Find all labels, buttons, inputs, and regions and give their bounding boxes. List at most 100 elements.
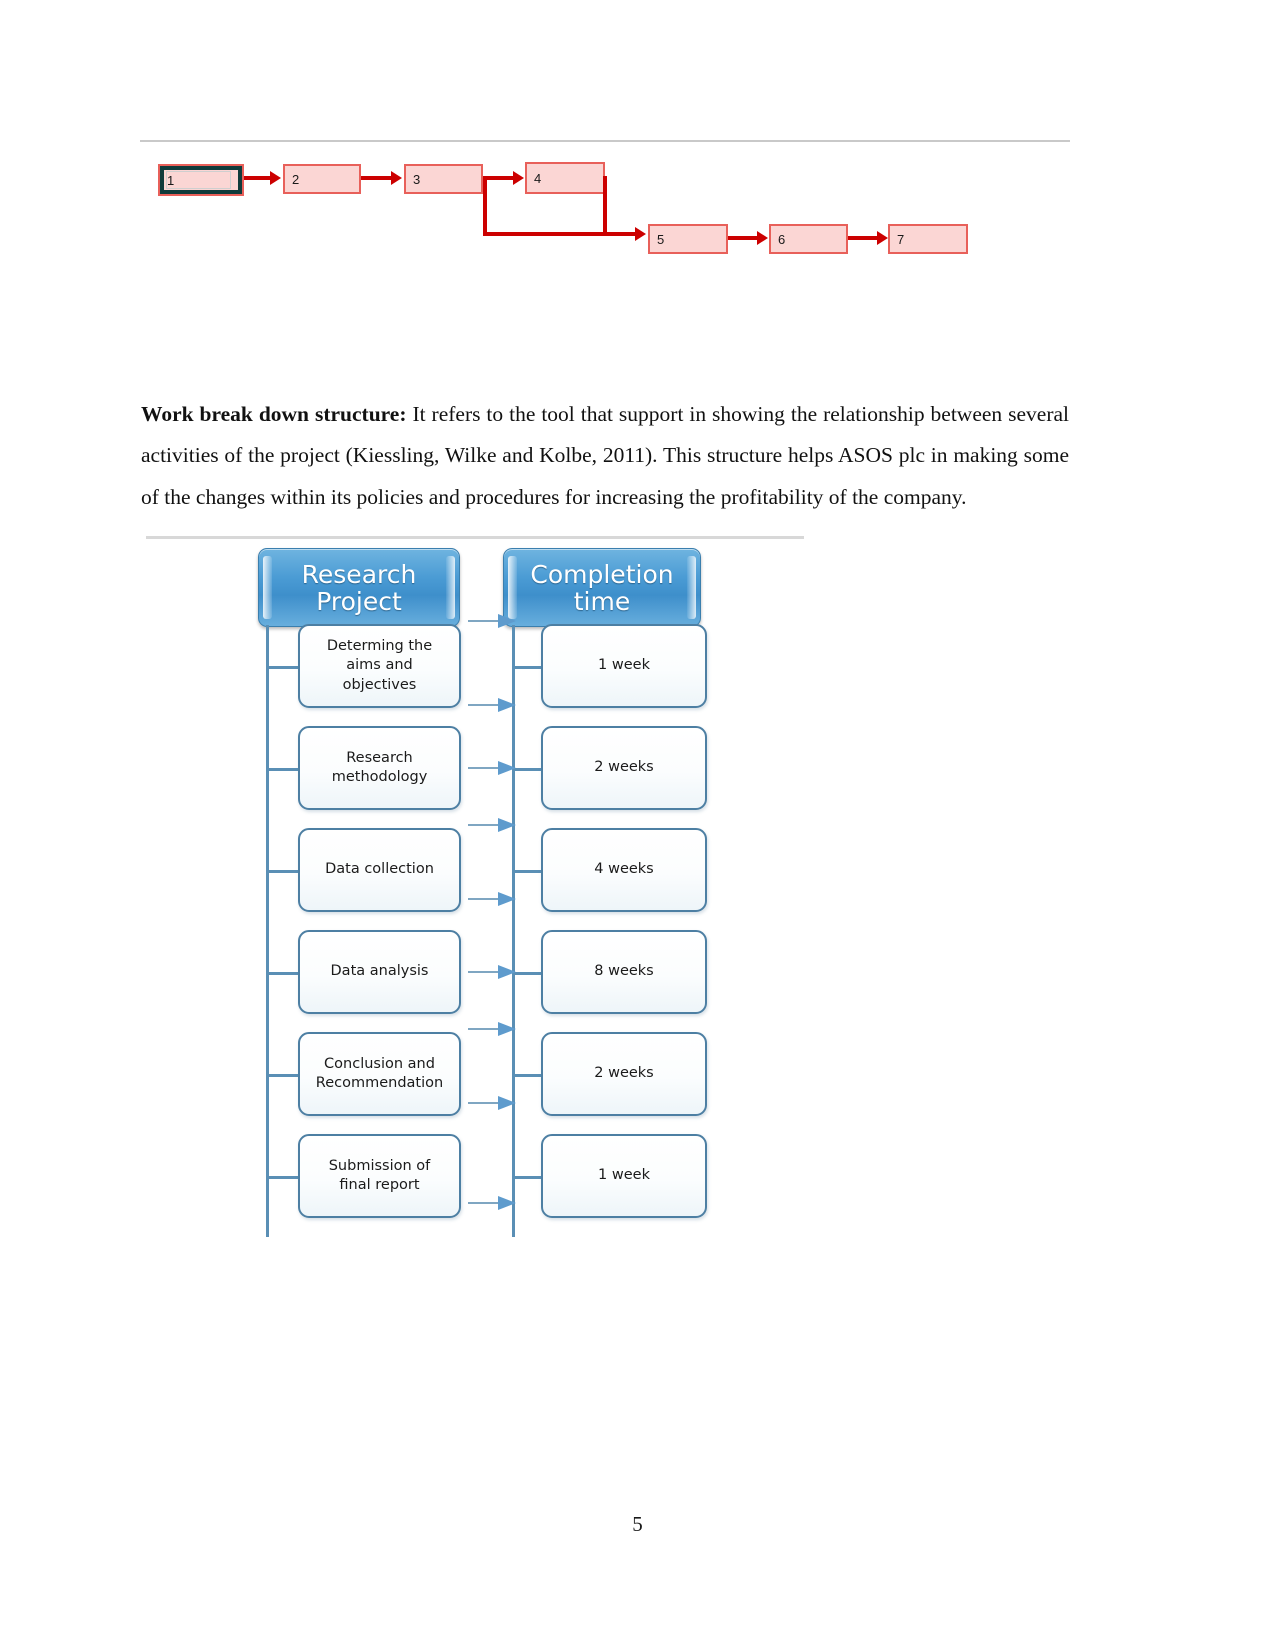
network-arrow-1-2-icon [270,171,281,185]
network-edge-5-6 [728,236,759,240]
wbs-arrow-6-icon [468,1196,516,1210]
wbs-arrow-4-tail [468,971,498,973]
wbs-stub-time-1 [512,666,544,669]
network-edge-6-7 [848,236,879,240]
wbs-canvas: Research Project Completion time Determi… [146,548,806,1293]
wbs-arrow-4-head [498,965,516,979]
wbs-time-box-4[interactable]: 8 weeks [541,930,707,1014]
wbs-time-box-1[interactable]: 1 week [541,624,707,708]
wbs-stub-task-4 [266,972,300,975]
wbs-time-label-3: 4 weeks [594,861,654,878]
wbs-header-research-project[interactable]: Research Project [258,548,460,627]
page-number: 5 [632,1512,643,1536]
wbs-arrow-3b-icon [468,892,516,906]
network-node-2-label: 2 [292,171,300,187]
wbs-arrow-3b-head [498,892,516,906]
wbs-stub-task-3 [266,870,300,873]
wbs-arrow-5b-head [498,1096,516,1110]
network-node-3[interactable]: 3 [404,164,483,194]
network-node-1-inner-fill [166,171,231,189]
wbs-stub-time-3 [512,870,544,873]
wbs-header-research-project-label: Research Project [301,559,417,616]
wbs-stub-task-1 [266,666,300,669]
network-edge-2-3 [361,176,392,180]
wbs-stub-time-5 [512,1074,544,1077]
activity-network-figure: 1 2 3 4 5 6 7 [140,140,1070,270]
wbs-arrow-2-head [498,761,516,775]
wbs-stub-task-2 [266,768,300,771]
wbs-arrow-3a-icon [468,818,516,832]
wbs-divider-rule [146,536,804,539]
wbs-task-box-2[interactable]: Research methodology [298,726,461,810]
wbs-stub-time-4 [512,972,544,975]
wbs-arrow-1b-head [498,698,516,712]
wbs-time-label-6: 1 week [598,1167,650,1184]
wbs-header-completion-time[interactable]: Completion time [503,548,701,627]
network-node-5-label: 5 [657,231,665,247]
network-edge-3-4 [483,176,514,180]
wbs-stub-task-5 [266,1074,300,1077]
network-node-6[interactable]: 6 [769,224,848,254]
wbs-arrow-5b-icon [468,1096,516,1110]
wbs-time-label-5: 2 weeks [594,1065,654,1082]
wbs-stub-time-6 [512,1176,544,1179]
wbs-arrow-6-tail [468,1202,498,1204]
wbs-time-box-2[interactable]: 2 weeks [541,726,707,810]
wbs-task-box-6[interactable]: Submission of final report [298,1134,461,1218]
wbs-stub-time-2 [512,768,544,771]
network-arrow-to-5-icon [635,227,646,241]
wbs-header-completion-time-label: Completion time [530,559,674,616]
wbs-arrow-5b-tail [468,1102,498,1104]
wbs-arrow-4-icon [468,965,516,979]
figure-divider-rule [140,140,1070,142]
wbs-stub-task-6 [266,1176,300,1179]
wbs-task-box-1[interactable]: Determing the aims and objectives [298,624,461,708]
wbs-arrow-6-head [498,1196,516,1210]
network-node-1[interactable]: 1 [158,164,244,196]
wbs-task-label-3: Data collection [325,861,434,878]
wbs-arrow-3a-tail [468,824,498,826]
network-node-2[interactable]: 2 [283,164,361,194]
wbs-arrow-1a-tail [468,620,498,622]
wbs-time-box-5[interactable]: 2 weeks [541,1032,707,1116]
wbs-time-label-2: 2 weeks [594,759,654,776]
wbs-time-label-4: 8 weeks [594,963,654,980]
wbs-arrow-1a-head [498,614,516,628]
network-edge-4-5-vertical [603,176,607,236]
wbs-right-spine [512,625,515,1237]
wbs-time-label-1: 1 week [598,657,650,674]
network-arrow-6-7-icon [877,231,888,245]
wbs-time-box-3[interactable]: 4 weeks [541,828,707,912]
wbs-task-box-3[interactable]: Data collection [298,828,461,912]
wbs-arrow-3b-tail [468,898,498,900]
wbs-task-label-4: Data analysis [330,963,429,980]
network-edge-4-5-horizontal [603,232,638,236]
wbs-arrow-2-tail [468,767,498,769]
wbs-task-box-5[interactable]: Conclusion and Recommendation [298,1032,461,1116]
network-node-4-label: 4 [534,170,542,186]
work-breakdown-structure-paragraph: Work break down structure: It refers to … [141,394,1069,519]
wbs-task-box-4[interactable]: Data analysis [298,930,461,1014]
wbs-left-spine [266,625,269,1237]
wbs-arrow-5a-icon [468,1022,516,1036]
network-arrow-2-3-icon [391,171,402,185]
wbs-arrow-5a-tail [468,1028,498,1030]
network-node-7[interactable]: 7 [888,224,968,254]
wbs-arrow-3a-head [498,818,516,832]
wbs-arrow-5a-head [498,1022,516,1036]
network-node-4[interactable]: 4 [525,162,605,194]
wbs-task-label-6: Submission of final report [328,1157,431,1193]
network-node-7-label: 7 [897,231,905,247]
wbs-arrow-1b-tail [468,704,498,706]
wbs-arrow-1b-icon [468,698,516,712]
wbs-task-label-2: Research methodology [331,749,428,785]
wbs-task-label-5: Conclusion and Recommendation [315,1055,444,1091]
wbs-time-box-6[interactable]: 1 week [541,1134,707,1218]
network-node-1-label: 1 [167,172,175,188]
network-node-6-label: 6 [778,231,786,247]
wbs-arrow-2-icon [468,761,516,775]
work-breakdown-structure-figure: Research Project Completion time Determi… [146,536,806,1296]
network-node-3-label: 3 [413,171,421,187]
network-arrow-5-6-icon [757,231,768,245]
network-node-5[interactable]: 5 [648,224,728,254]
